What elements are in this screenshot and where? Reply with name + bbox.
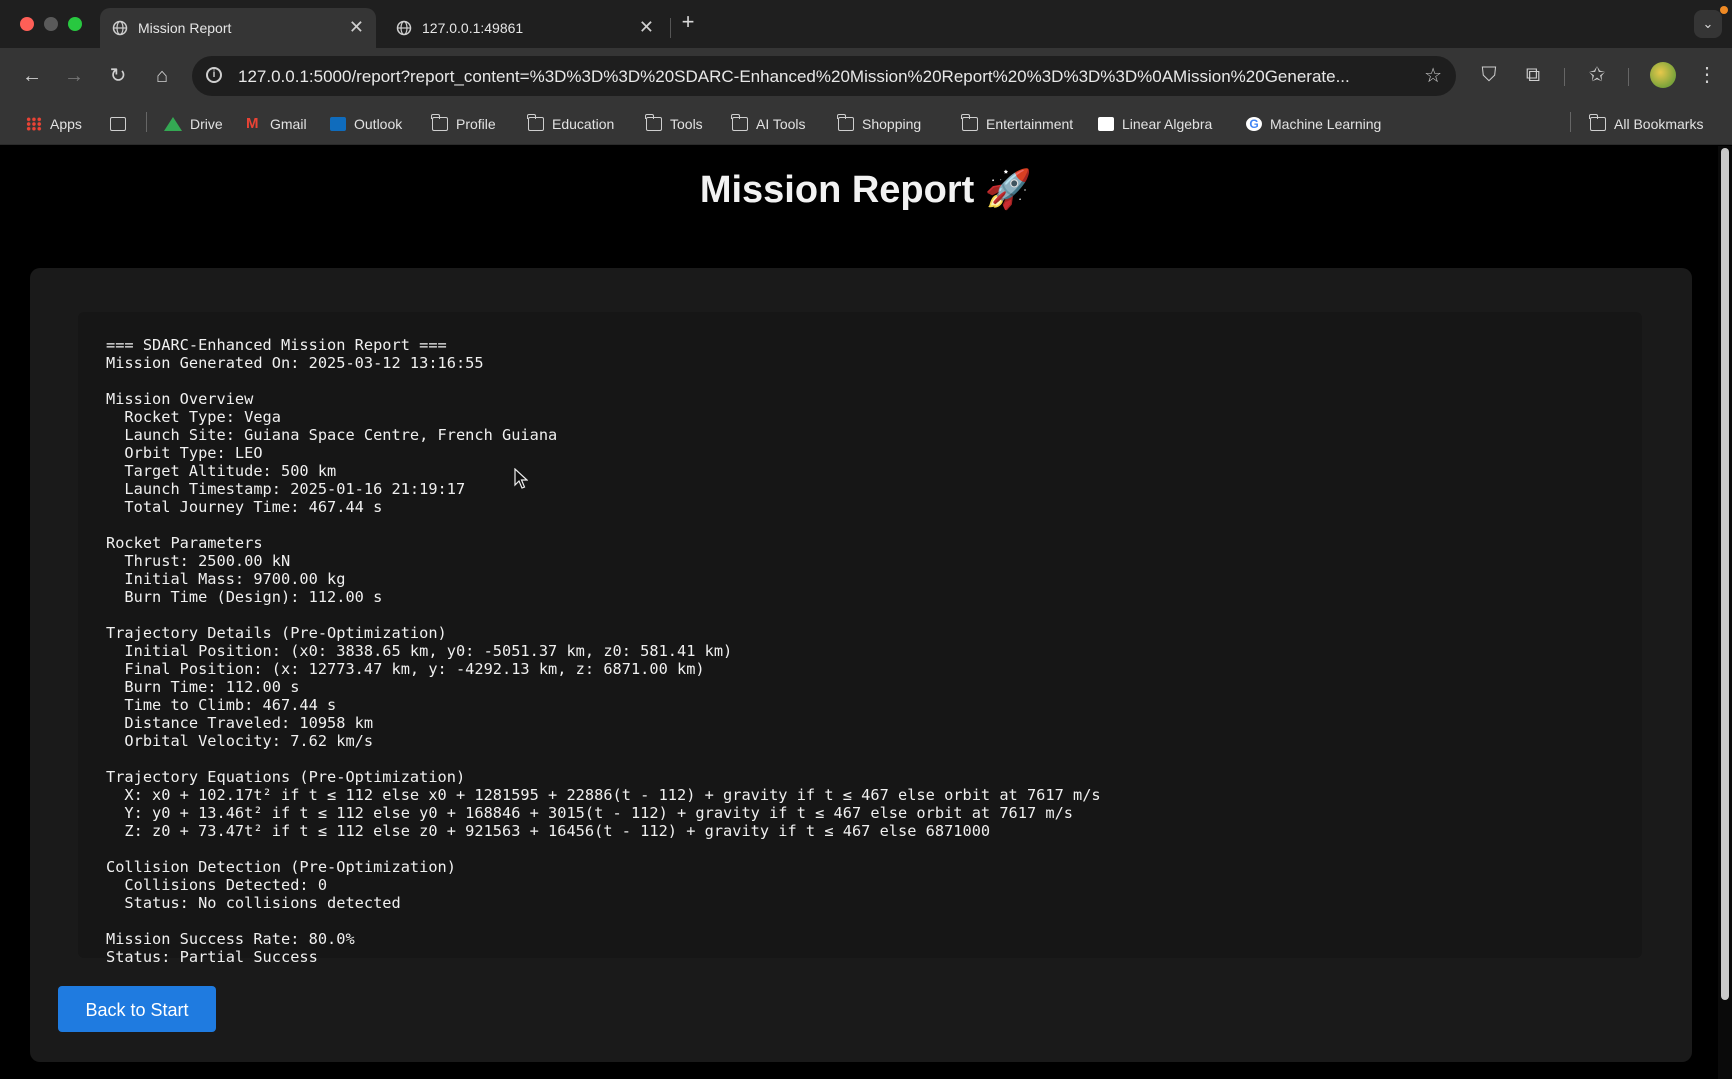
bookmark-label: Profile [456, 116, 496, 132]
folder-icon [645, 114, 662, 131]
grid-icon [110, 117, 126, 131]
bookmark-folder-profile[interactable]: Profile [431, 114, 496, 134]
bookmark-label: All Bookmarks [1614, 116, 1704, 132]
tab-title: 127.0.0.1:49861 [422, 20, 524, 36]
folder-icon [1589, 114, 1606, 131]
back-to-start-button[interactable]: Back to Start [58, 986, 216, 1032]
tab-strip: Mission Report ✕ 127.0.0.1:49861 ✕ + ⌄ [0, 0, 1732, 48]
bookmark-label: Linear Algebra [1122, 116, 1213, 132]
bookmark-label: Apps [50, 116, 82, 132]
maximize-window-button[interactable] [68, 17, 82, 31]
apps-grid-icon [26, 117, 42, 131]
bookmark-folder-entertainment[interactable]: Entertainment [961, 114, 1074, 134]
tab-title: Mission Report [138, 20, 232, 36]
address-bar[interactable]: i 127.0.0.1:5000/report?report_content=%… [192, 56, 1456, 96]
bookmark-folder-education[interactable]: Education [527, 114, 615, 134]
close-window-button[interactable] [20, 17, 34, 31]
folder-icon [837, 114, 854, 131]
drive-icon [164, 117, 182, 131]
kebab-menu-icon[interactable]: ⋮ [1694, 62, 1720, 88]
folder-icon [527, 114, 544, 131]
reload-icon[interactable]: ↻ [106, 64, 130, 88]
folder-icon [731, 114, 748, 131]
plus-icon[interactable]: + [676, 9, 700, 35]
close-icon[interactable]: ✕ [639, 17, 654, 38]
bookmark-label: Drive [190, 116, 223, 132]
folder-icon [431, 114, 448, 131]
bookmark-label: Education [552, 116, 615, 132]
bookmark-outlook[interactable]: Outlook [330, 114, 402, 134]
toolbar-divider [1564, 68, 1565, 86]
site-info-icon[interactable]: i [206, 67, 222, 83]
tab-mission-report[interactable]: Mission Report ✕ [100, 8, 376, 48]
bookmark-divider [1570, 112, 1571, 132]
close-icon[interactable]: ✕ [349, 17, 364, 38]
report-panel: === SDARC-Enhanced Mission Report === Mi… [78, 312, 1642, 966]
minimize-window-button[interactable] [44, 17, 58, 31]
globe-icon [396, 20, 412, 36]
extensions-icon[interactable]: ⧉ [1520, 62, 1546, 88]
bookmark-label: Outlook [354, 116, 403, 132]
toolbar-divider [1628, 68, 1629, 86]
scrollbar-thumb[interactable] [1721, 148, 1729, 1000]
bookmark-gmail[interactable]: M Gmail [246, 114, 307, 134]
bookmark-label: Machine Learning [1270, 116, 1382, 132]
page-title: Mission Report 🚀 [699, 169, 1033, 211]
star-icon[interactable]: ☆ [1424, 63, 1442, 88]
report-text: === SDARC-Enhanced Mission Report === Mi… [106, 336, 1101, 966]
gmail-icon: M [246, 115, 259, 132]
home-icon[interactable]: ⌂ [150, 64, 174, 88]
bookmark-label: Gmail [270, 116, 307, 132]
bookmark-label: Tools [670, 116, 703, 132]
google-icon: G [1246, 117, 1262, 131]
bookmark-apps[interactable]: Apps [26, 114, 82, 134]
bookmark-label: Shopping [862, 116, 922, 132]
back-arrow-icon[interactable]: ← [20, 64, 44, 88]
report-card: === SDARC-Enhanced Mission Report === Mi… [30, 268, 1692, 1062]
tab-groups-button[interactable] [110, 114, 134, 134]
bookmark-label: AI Tools [756, 116, 806, 132]
url-text[interactable]: 127.0.0.1:5000/report?report_content=%3D… [238, 67, 1398, 87]
bookmark-machine-learning[interactable]: G Machine Learning [1246, 114, 1381, 134]
tab-localhost[interactable]: 127.0.0.1:49861 ✕ [384, 8, 666, 48]
bookmark-folder-ai-tools[interactable]: AI Tools [731, 114, 806, 134]
notification-dot [1720, 6, 1728, 14]
bookmark-all-bookmarks[interactable]: All Bookmarks [1589, 114, 1704, 134]
linear-algebra-icon [1098, 117, 1114, 131]
avatar[interactable] [1650, 62, 1676, 88]
chevron-down-icon[interactable]: ⌄ [1694, 10, 1722, 38]
bookmark-label: Entertainment [986, 116, 1074, 132]
shield-icon[interactable]: ⛉ [1476, 62, 1502, 88]
bookmark-drive[interactable]: Drive [164, 114, 223, 134]
bookmark-linear-algebra[interactable]: Linear Algebra [1098, 114, 1212, 134]
tab-divider [670, 18, 671, 38]
bookmark-folder-shopping[interactable]: Shopping [837, 114, 922, 134]
scrollbar[interactable] [1718, 146, 1732, 1079]
cursor-icon [514, 468, 528, 489]
outlook-icon [330, 117, 346, 131]
bookmark-divider [146, 112, 147, 132]
bookmark-folder-tools[interactable]: Tools [645, 114, 703, 134]
globe-icon [112, 20, 128, 36]
folder-icon [961, 114, 978, 131]
bookmarks-icon[interactable]: ✩ [1584, 62, 1610, 88]
browser-toolbar: ← → ↻ ⌂ i 127.0.0.1:5000/report?report_c… [0, 48, 1732, 104]
bookmarks-bar: Apps Drive M Gmail Outlook Profile Educa… [0, 104, 1732, 145]
forward-arrow-icon[interactable]: → [62, 64, 86, 88]
